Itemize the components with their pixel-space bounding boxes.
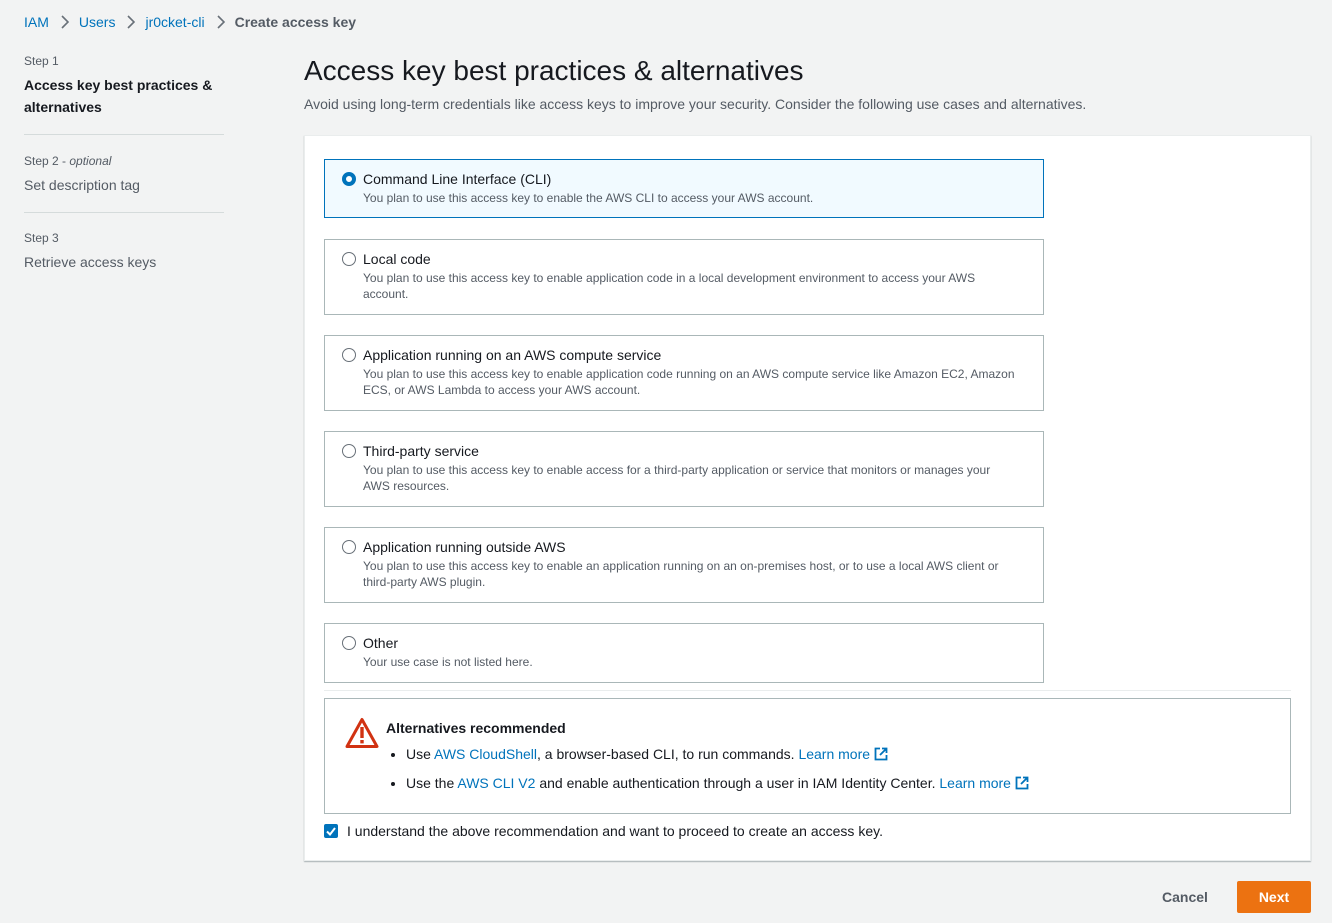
alternatives-alert: Alternatives recommended Use AWS CloudSh… <box>324 698 1291 814</box>
use-case-description: You plan to use this access key to enabl… <box>363 271 976 301</box>
use-case-description: You plan to use this access key to enabl… <box>363 191 814 205</box>
step-1-title: Access key best practices & alternatives <box>24 77 213 115</box>
acknowledge-label: I understand the above recommendation an… <box>347 823 883 839</box>
list-item-text: and enable authentication through a user… <box>535 775 940 791</box>
radio-third-party[interactable] <box>342 444 356 458</box>
acknowledge-checkbox-row[interactable]: I understand the above recommendation an… <box>324 823 883 839</box>
section-divider <box>324 690 1291 691</box>
step-2-label: Step 2 - optional <box>24 154 112 168</box>
radio-other[interactable] <box>342 636 356 650</box>
alert-title: Alternatives recommended <box>386 720 566 736</box>
cloudshell-link[interactable]: AWS CloudShell <box>434 746 537 762</box>
use-case-tile-local-code[interactable]: Local code You plan to use this access k… <box>324 239 1044 315</box>
next-button[interactable]: Next <box>1237 881 1311 913</box>
use-case-description: You plan to use this access key to enabl… <box>363 559 999 589</box>
list-item-text: Use the <box>406 775 458 791</box>
breadcrumb-iam[interactable]: IAM <box>24 14 49 30</box>
use-case-description: You plan to use this access key to enabl… <box>363 463 991 493</box>
use-case-label: Local code <box>363 251 431 267</box>
use-case-label: Application running on an AWS compute se… <box>363 347 662 363</box>
use-case-tile-outside-aws[interactable]: Application running outside AWS You plan… <box>324 527 1044 603</box>
step-2[interactable]: Step 2 - optional Set description tag <box>24 135 224 212</box>
breadcrumb-user[interactable]: jr0cket-cli <box>145 14 204 30</box>
page-description: Avoid using long-term credentials like a… <box>304 96 1087 112</box>
cancel-button[interactable]: Cancel <box>1150 881 1220 913</box>
list-item: Use AWS CloudShell, a browser-based CLI,… <box>406 745 1029 765</box>
step-3[interactable]: Step 3 Retrieve access keys <box>24 213 224 273</box>
step-2-optional: optional <box>69 154 112 168</box>
step-2-title: Set description tag <box>24 177 140 193</box>
use-case-tile-aws-compute[interactable]: Application running on an AWS compute se… <box>324 335 1044 411</box>
use-case-description: You plan to use this access key to enabl… <box>363 367 1015 397</box>
learn-more-link-cloudshell[interactable]: Learn more <box>798 746 888 762</box>
use-case-panel: Command Line Interface (CLI) You plan to… <box>304 135 1311 861</box>
wizard-steps: Step 1 Access key best practices & alter… <box>24 54 224 273</box>
checkmark-icon <box>326 826 336 836</box>
use-case-tile-third-party[interactable]: Third-party service You plan to use this… <box>324 431 1044 507</box>
list-item-text: Use <box>406 746 435 762</box>
chevron-right-icon <box>217 15 225 29</box>
acknowledge-checkbox[interactable] <box>324 824 338 838</box>
step-3-title: Retrieve access keys <box>24 254 157 270</box>
use-case-label: Other <box>363 635 399 651</box>
breadcrumb-current: Create access key <box>234 14 357 30</box>
step-3-label: Step 3 <box>24 231 59 245</box>
use-case-description: Your use case is not listed here. <box>363 655 533 669</box>
chevron-right-icon <box>127 15 136 29</box>
use-case-tile-other[interactable]: Other Your use case is not listed here. <box>324 623 1044 683</box>
radio-local-code[interactable] <box>342 252 356 266</box>
aws-cli-v2-link[interactable]: AWS CLI V2 <box>457 775 535 791</box>
breadcrumb-users[interactable]: Users <box>79 14 116 30</box>
radio-aws-compute[interactable] <box>342 348 356 362</box>
list-item-text: , a browser-based CLI, to run commands. <box>537 746 799 762</box>
step-1-label: Step 1 <box>24 54 59 68</box>
alternatives-list: Use AWS CloudShell, a browser-based CLI,… <box>386 745 1029 803</box>
step-1: Step 1 Access key best practices & alter… <box>24 54 224 134</box>
radio-outside-aws[interactable] <box>342 540 356 554</box>
use-case-label: Third-party service <box>363 443 479 459</box>
external-link-icon <box>1015 776 1029 794</box>
learn-more-link-cli[interactable]: Learn more <box>939 775 1029 791</box>
breadcrumb: IAM Users jr0cket-cli Create access key <box>24 14 356 30</box>
list-item: Use the AWS CLI V2 and enable authentica… <box>406 774 1029 794</box>
chevron-right-icon <box>61 15 69 29</box>
use-case-label: Command Line Interface (CLI) <box>363 171 552 187</box>
warning-icon <box>345 717 379 749</box>
page-title: Access key best practices & alternatives <box>304 55 804 86</box>
radio-cli[interactable] <box>342 172 356 186</box>
external-link-icon <box>874 747 888 765</box>
use-case-label: Application running outside AWS <box>363 539 566 555</box>
use-case-tile-cli[interactable]: Command Line Interface (CLI) You plan to… <box>324 159 1044 218</box>
